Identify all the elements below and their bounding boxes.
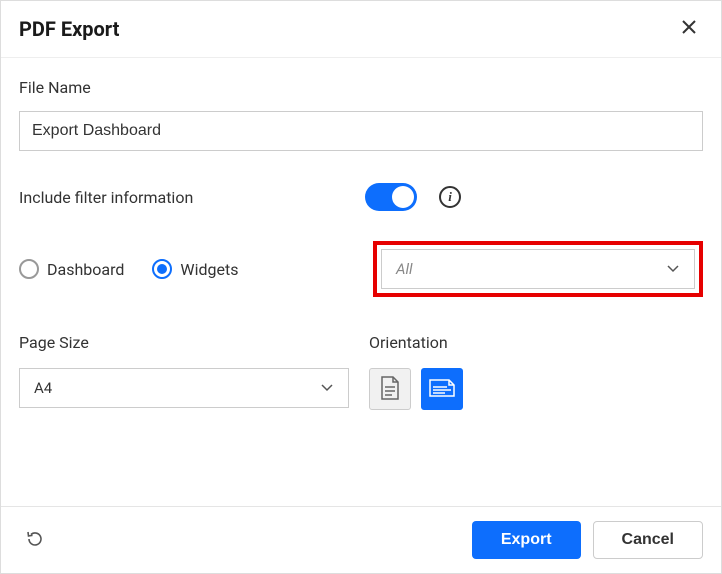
dialog-title: PDF Export — [19, 17, 119, 41]
chevron-down-icon — [320, 379, 334, 398]
orientation-landscape-button[interactable] — [421, 368, 463, 410]
widget-select-value: All — [396, 260, 413, 278]
widget-select-highlight: All — [373, 241, 703, 297]
export-button[interactable]: Export — [472, 521, 581, 559]
orientation-portrait-button[interactable] — [369, 368, 411, 410]
radio-dashboard[interactable]: Dashboard — [19, 259, 124, 279]
orientation-label: Orientation — [369, 333, 703, 352]
page-size-value: A4 — [34, 379, 52, 397]
file-name-label: File Name — [19, 78, 703, 97]
radio-widgets-input — [152, 259, 172, 279]
radio-dashboard-input — [19, 259, 39, 279]
radio-widgets-label: Widgets — [180, 260, 238, 279]
close-button[interactable] — [677, 15, 701, 43]
file-name-input[interactable] — [19, 111, 703, 151]
page-size-section: Page Size A4 — [19, 333, 349, 410]
landscape-page-icon — [429, 378, 455, 401]
scope-radio-group: Dashboard Widgets — [19, 259, 238, 279]
orientation-group — [369, 368, 703, 410]
pdf-export-dialog: PDF Export File Name Include filter info… — [0, 0, 722, 574]
page-orientation-row: Page Size A4 Orientation — [19, 333, 703, 410]
portrait-page-icon — [380, 376, 400, 403]
toggle-knob — [392, 186, 414, 208]
radio-dashboard-label: Dashboard — [47, 260, 124, 279]
include-filter-label: Include filter information — [19, 188, 349, 207]
include-filter-toggle[interactable] — [365, 183, 417, 211]
cancel-button[interactable]: Cancel — [593, 521, 703, 559]
dialog-header: PDF Export — [1, 1, 721, 58]
dialog-footer: Export Cancel — [1, 506, 721, 573]
dialog-body: File Name Include filter information i D… — [1, 58, 721, 506]
scope-row: Dashboard Widgets All — [19, 241, 703, 297]
widget-select[interactable]: All — [381, 249, 695, 289]
orientation-section: Orientation — [369, 333, 703, 410]
page-size-label: Page Size — [19, 333, 349, 352]
reset-button[interactable] — [19, 523, 51, 558]
page-size-select[interactable]: A4 — [19, 368, 349, 408]
radio-widgets[interactable]: Widgets — [152, 259, 238, 279]
close-icon — [681, 18, 697, 40]
include-filter-row: Include filter information i — [19, 183, 703, 211]
chevron-down-icon — [666, 260, 680, 279]
info-icon[interactable]: i — [439, 186, 461, 208]
reset-icon — [25, 537, 45, 552]
